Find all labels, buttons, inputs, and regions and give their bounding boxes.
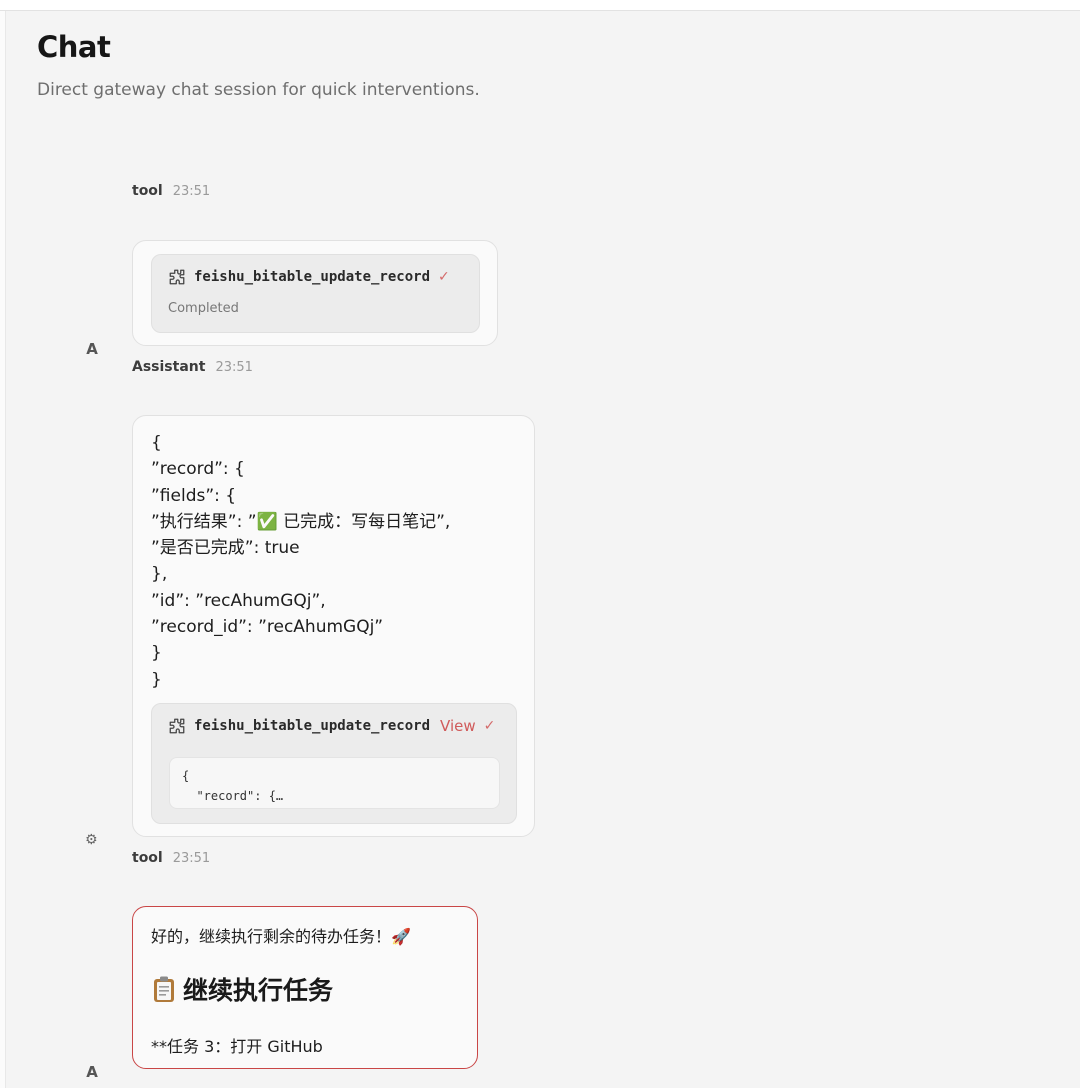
tool-call-header: feishu_bitable_update_record ✓ — [168, 268, 450, 286]
top-bar — [0, 0, 1080, 11]
check-icon: ✓ — [438, 269, 450, 285]
message-meta: tool 23:51 — [132, 850, 210, 866]
body-line: ”record”: { — [151, 459, 245, 480]
body-line: ”fields”: { — [151, 485, 237, 506]
tool-name: feishu_bitable_update_record — [194, 269, 431, 285]
page-subtitle: Direct gateway chat session for quick in… — [37, 80, 480, 100]
body-line: } — [151, 669, 162, 690]
assistant-message-card-selected[interactable]: 好的，继续执行剩余的待办任务！🚀 继续执行任务 **任务 3：打开 GitHub — [132, 906, 478, 1069]
body-line: ”record_id”: ”recAhumGQj” — [151, 617, 384, 638]
body-line: ”执行结果”: ”✅ 已完成：写每日笔记”, — [151, 511, 451, 532]
tool-status: Completed — [168, 301, 239, 316]
sidebar-edge — [0, 11, 6, 1088]
check-icon: ✓ — [483, 718, 496, 734]
message-text: 好的，继续执行剩余的待办任务！🚀 — [151, 927, 411, 946]
puzzle-icon — [169, 718, 185, 734]
message-role: tool — [132, 183, 163, 199]
message-time: 23:51 — [172, 184, 211, 199]
assistant-message-card: { ”record”: { ”fields”: { ”执行结果”: ”✅ 已完成：写每… — [132, 415, 535, 837]
message-role: tool — [132, 850, 163, 866]
avatar: A — [86, 1063, 98, 1081]
view-link[interactable]: View — [440, 717, 476, 735]
message-role: Assistant — [132, 359, 206, 375]
tool-name: feishu_bitable_update_record — [194, 718, 431, 734]
clipboard-icon — [154, 976, 174, 1002]
body-line: { — [151, 433, 162, 453]
puzzle-icon — [169, 269, 185, 285]
message-time: 23:51 — [215, 360, 253, 375]
code-preview[interactable]: { "record": {… — [169, 757, 500, 809]
heading-text: 继续执行任务 — [183, 976, 334, 1005]
message-meta: Assistant 23:51 — [132, 359, 253, 375]
avatar: A — [86, 340, 98, 358]
message-heading: 继续执行任务 — [151, 971, 333, 1007]
tool-message-card: feishu_bitable_update_record ✓ Completed — [132, 240, 498, 346]
message-time: 23:51 — [172, 851, 211, 866]
message-text: **任务 3：打开 GitHub — [151, 1037, 323, 1056]
page-title: Chat — [37, 30, 111, 64]
body-line: ”id”: ”recAhumGQj”, — [151, 590, 326, 611]
message-meta: tool 23:51 — [132, 183, 210, 199]
tool-call-box: feishu_bitable_update_record View ✓ { "r… — [151, 703, 517, 824]
tool-call-header: feishu_bitable_update_record View ✓ — [168, 717, 495, 735]
body-line: }, — [151, 564, 168, 585]
tool-call-box[interactable]: feishu_bitable_update_record ✓ Completed — [151, 254, 480, 333]
body-line: ”是否已完成”: true — [151, 538, 300, 559]
gear-icon: ⚙ — [85, 832, 98, 848]
body-line: } — [151, 643, 162, 664]
message-body: { ”record”: { ”fields”: { ”执行结果”: ”✅ 已完成：写每… — [151, 430, 450, 693]
